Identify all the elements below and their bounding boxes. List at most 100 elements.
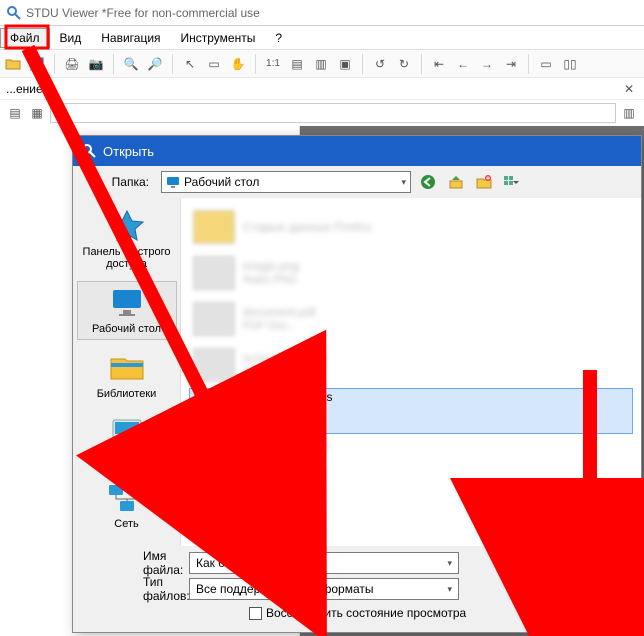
folder-combo[interactable]: Рабочий стол ▾ — [161, 171, 411, 193]
places-bar: Панель быстрого доступа Рабочий стол Биб… — [73, 198, 181, 546]
toolbar-separator — [113, 54, 114, 74]
thispc-icon — [107, 416, 147, 448]
dialog-body: Панель быстрого доступа Рабочий стол Биб… — [73, 198, 641, 546]
toolbar-prev-icon[interactable]: ← — [454, 55, 472, 73]
filename-label: Имя файла: — [83, 549, 183, 577]
list-item[interactable]: image.pngФайл PNG — [189, 250, 633, 296]
selected-file-type: Документ XPS — [244, 404, 332, 418]
filename-value: Как открыть.xps — [196, 556, 284, 570]
star-icon — [107, 209, 147, 241]
desktop-icon — [166, 175, 180, 189]
dialog-title: Открыть — [103, 144, 154, 159]
nav-up-icon[interactable] — [445, 171, 467, 193]
toolbar-open-icon[interactable] — [4, 55, 22, 73]
filetype-label: Тип файлов: — [83, 575, 183, 603]
menu-tools[interactable]: Инструменты — [171, 28, 266, 48]
place-quickaccess[interactable]: Панель быстрого доступа — [77, 204, 177, 275]
folder-value: Рабочий стол — [184, 175, 259, 189]
list-item[interactable]: screenshot.pngФайл "PNG" — [189, 342, 633, 388]
selected-file-name: Как открыть.xps — [244, 390, 332, 404]
list-item[interactable]: Старые данные Firefox — [189, 204, 633, 250]
toolbar-zoomout-icon[interactable]: 🔎 — [146, 55, 164, 73]
place-network-label: Сеть — [80, 518, 174, 530]
side-panel-title: ...ение — [6, 82, 43, 96]
main-toolbar: 🖨 📷 🔍 🔎 ↖ ▭ ✋ 1:1 ▤ ▥ ▣ ↺ ↻ ⇤ ← → ⇥ ▭ ▯▯ — [0, 50, 644, 78]
side-panel-header: ...ение ✕ — [0, 78, 644, 100]
panel-tab2-icon[interactable]: ▦ — [28, 104, 46, 122]
menu-file[interactable]: Файл — [0, 28, 50, 48]
network-icon — [107, 481, 147, 513]
nav-viewmenu-icon[interactable] — [501, 171, 523, 193]
toolbar-last-icon[interactable]: ⇥ — [502, 55, 520, 73]
chevron-down-icon: ▾ — [447, 584, 452, 595]
app-title: STDU Viewer *Free for non-commercial use — [26, 6, 260, 20]
toolbar-separator — [421, 54, 422, 74]
toolbar-zoom11-icon[interactable]: 1:1 — [264, 55, 282, 73]
toolbar-separator — [362, 54, 363, 74]
toolbar-rotl-icon[interactable]: ↺ — [371, 55, 389, 73]
toolbar-fit-icon[interactable]: ▣ — [336, 55, 354, 73]
place-thispc-label: Этот компьютер — [80, 453, 174, 465]
toolbar-fith-icon[interactable]: ▥ — [312, 55, 330, 73]
toolbar-separator — [528, 54, 529, 74]
chevron-down-icon: ▾ — [401, 177, 406, 188]
file-list: Старые данные Firefox image.pngФайл PNG … — [181, 198, 641, 546]
menu-help[interactable]: ? — [265, 28, 292, 48]
open-dialog: Открыть Папка: Рабочий стол ▾ Панель быс… — [72, 135, 642, 633]
toolbar-camera-icon[interactable]: 📷 — [87, 55, 105, 73]
toolbar-cursor-icon[interactable]: ↖ — [181, 55, 199, 73]
toolbar-next-icon[interactable]: → — [478, 55, 496, 73]
side-panel-close-icon[interactable]: ✕ — [620, 82, 638, 96]
toolbar-print-icon[interactable]: 🖨 — [63, 55, 81, 73]
place-desktop-label: Рабочий стол — [80, 323, 174, 335]
open-button[interactable]: Открыть — [547, 552, 631, 574]
toolbar-hand-icon[interactable]: ✋ — [229, 55, 247, 73]
selected-file-size: 202 КБ — [244, 418, 332, 432]
place-thispc[interactable]: Этот компьютер — [77, 411, 177, 470]
dialog-titlebar: Открыть — [73, 136, 641, 166]
filetype-value: Все поддерживаемые форматы — [196, 582, 373, 596]
menu-view[interactable]: Вид — [50, 28, 92, 48]
toolbar-fitw-icon[interactable]: ▤ — [288, 55, 306, 73]
nav-back-icon[interactable] — [417, 171, 439, 193]
chevron-down-icon: ▾ — [447, 558, 452, 569]
desktop-icon — [107, 286, 147, 318]
list-item[interactable]: document.pdfPDF Doc... — [189, 296, 633, 342]
place-libraries-label: Библиотеки — [80, 388, 174, 400]
list-item[interactable]: To_chto_tut.pngФайл "PNG"165 КБ — [189, 434, 633, 480]
dialog-icon — [81, 143, 97, 159]
restore-checkbox[interactable] — [249, 607, 262, 620]
libraries-icon — [107, 351, 147, 383]
dialog-bottom: Имя файла: Как открыть.xps ▾ Открыть Тип… — [73, 546, 641, 632]
panel-slot[interactable] — [50, 103, 616, 123]
titlebar: STDU Viewer *Free for non-commercial use — [0, 0, 644, 26]
list-item-selected[interactable]: Как открыть.xps Документ XPS 202 КБ — [189, 388, 633, 434]
restore-checkbox-label: Восстановить состояние просмотра — [266, 606, 466, 620]
side-panel-toolbar: ▤ ▦ ▥ — [0, 100, 644, 126]
toolbar-pagespread-icon[interactable]: ▯▯ — [561, 55, 579, 73]
menu-navigation[interactable]: Навигация — [91, 28, 170, 48]
toolbar-page-icon[interactable]: ▭ — [537, 55, 555, 73]
toolbar-separator — [255, 54, 256, 74]
toolbar-first-icon[interactable]: ⇤ — [430, 55, 448, 73]
place-libraries[interactable]: Библиотеки — [77, 346, 177, 405]
dialog-location-row: Папка: Рабочий стол ▾ — [73, 166, 641, 198]
cancel-button[interactable]: Отмена — [547, 578, 631, 600]
folder-label: Папка: — [83, 175, 155, 189]
app-icon — [6, 5, 22, 21]
menubar: Файл Вид Навигация Инструменты ? — [0, 26, 644, 50]
panel-opt-icon[interactable]: ▥ — [620, 104, 638, 122]
toolbar-save-icon[interactable] — [28, 55, 46, 73]
place-network[interactable]: Сеть — [77, 476, 177, 535]
filename-input[interactable]: Как открыть.xps ▾ — [189, 552, 459, 574]
nav-newfolder-icon[interactable] — [473, 171, 495, 193]
toolbar-separator — [54, 54, 55, 74]
toolbar-zoomin-icon[interactable]: 🔍 — [122, 55, 140, 73]
place-quickaccess-label: Панель быстрого доступа — [80, 246, 174, 270]
toolbar-separator — [172, 54, 173, 74]
toolbar-select-icon[interactable]: ▭ — [205, 55, 223, 73]
toolbar-rotr-icon[interactable]: ↻ — [395, 55, 413, 73]
place-desktop[interactable]: Рабочий стол — [77, 281, 177, 340]
filetype-select[interactable]: Все поддерживаемые форматы ▾ — [189, 578, 459, 600]
panel-tab1-icon[interactable]: ▤ — [6, 104, 24, 122]
